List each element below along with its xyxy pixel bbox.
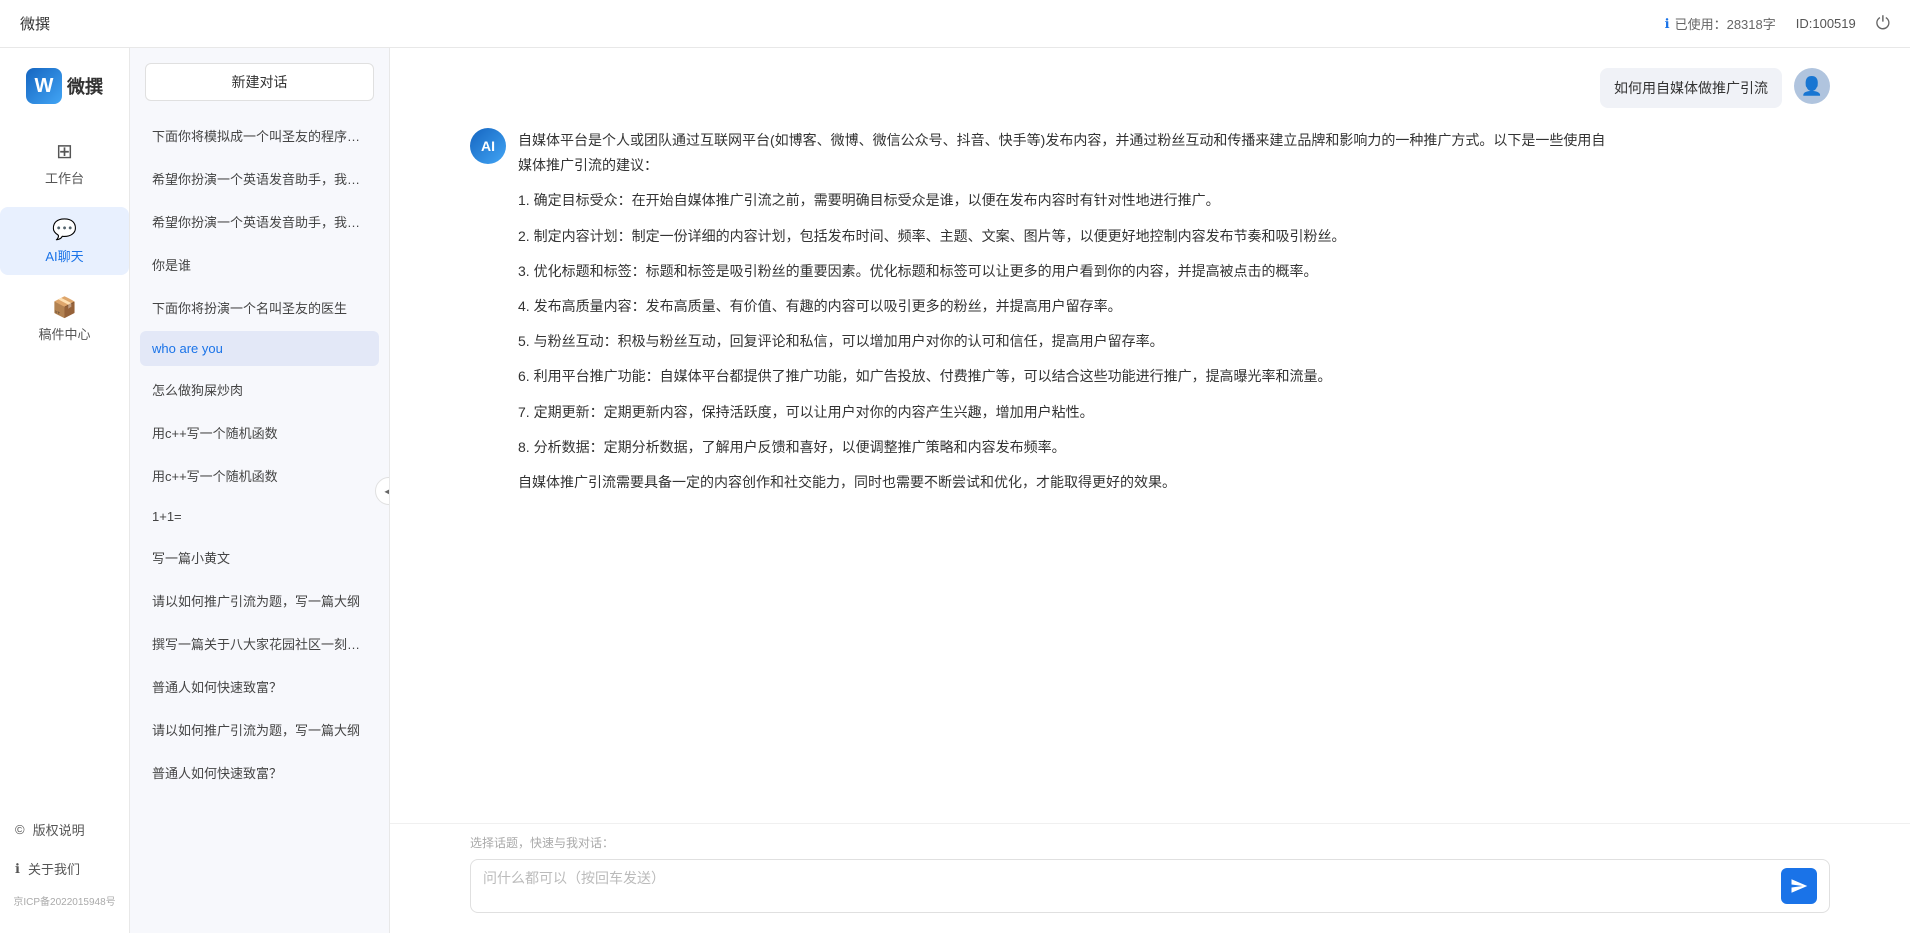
history-item[interactable]: 下面你将模拟成一个叫圣友的程序员，我说... — [140, 116, 379, 155]
new-chat-button[interactable]: 新建对话 — [145, 63, 374, 101]
ai-paragraph: 2. 制定内容计划：制定一份详细的内容计划，包括发布时间、频率、主题、文案、图片… — [518, 224, 1606, 249]
logo-letter: W — [35, 75, 54, 98]
history-item[interactable]: 用c++写一个随机函数 — [140, 456, 379, 495]
topbar-right: ℹ 已使用：28318字 ID:100519 ⏻ — [1665, 13, 1890, 34]
ai-paragraph: 4. 发布高质量内容：发布高质量、有价值、有趣的内容可以吸引更多的粉丝，并提高用… — [518, 294, 1606, 319]
logo-w-icon: W — [26, 68, 62, 104]
ai-paragraph: 1. 确定目标受众：在开始自媒体推广引流之前，需要明确目标受众是谁，以便在发布内… — [518, 188, 1606, 213]
send-icon — [1790, 877, 1808, 895]
ai-paragraph: 7. 定期更新：定期更新内容，保持活跃度，可以让用户对你的内容产生兴趣，增加用户… — [518, 400, 1606, 425]
ai-paragraph: 5. 与粉丝互动：积极与粉丝互动，回复评论和私信，可以增加用户对你的认可和信任，… — [518, 329, 1606, 354]
main-layout: W 微撰 ⊞ 工作台 💬 AI聊天 📦 稿件中心 © 版权说明 ℹ 关于我们 京… — [0, 48, 1910, 933]
beian-text: 京ICP备2022015948号 — [0, 888, 129, 913]
page-title: 微撰 — [20, 13, 50, 34]
quick-topics-label: 选择话题，快速与我对话： — [470, 834, 1830, 851]
user-message: 如何用自媒体做推广引流 👤 — [470, 68, 1830, 108]
sidebar-item-components[interactable]: 📦 稿件中心 — [0, 285, 129, 353]
history-item[interactable]: 希望你扮演一个英语发音助手，我提供给你... — [140, 202, 379, 241]
info-icon: ℹ — [1665, 16, 1670, 32]
sidebar-item-workbench[interactable]: ⊞ 工作台 — [0, 129, 129, 197]
components-icon: 📦 — [52, 295, 77, 320]
topbar: 微撰 ℹ 已使用：28318字 ID:100519 ⏻ — [0, 0, 1910, 48]
usage-info: ℹ 已使用：28318字 — [1665, 14, 1776, 33]
ai-paragraph: 自媒体平台是个人或团队通过互联网平台(如博客、微博、微信公众号、抖音、快手等)发… — [518, 128, 1606, 178]
about-icon: ℹ — [15, 861, 20, 877]
history-item[interactable]: 写一篇小黄文 — [140, 538, 379, 577]
user-message-content: 如何用自媒体做推广引流 — [1600, 68, 1782, 108]
ai-avatar: AI — [470, 128, 506, 164]
user-avatar: 👤 — [1794, 68, 1830, 104]
ai-paragraph: 8. 分析数据：定期分析数据，了解用户反馈和喜好，以便调整推广策略和内容发布频率… — [518, 435, 1606, 460]
id-info: ID:100519 — [1796, 16, 1856, 31]
logo-text: 微撰 — [67, 73, 103, 99]
about-label: 关于我们 — [28, 859, 80, 878]
history-item[interactable]: 请以如何推广引流为题，写一篇大纲 — [140, 581, 379, 620]
history-item[interactable]: 请以如何推广引流为题，写一篇大纲 — [140, 710, 379, 749]
input-box-wrapper — [470, 859, 1830, 913]
copyright-icon: © — [15, 822, 25, 837]
history-item[interactable]: 普通人如何快速致富？ — [140, 753, 379, 792]
history-item[interactable]: 1+1= — [140, 499, 379, 534]
ai-message-content: 自媒体平台是个人或团队通过互联网平台(如博客、微博、微信公众号、抖音、快手等)发… — [518, 128, 1606, 505]
ai-chat-icon: 💬 — [52, 217, 77, 242]
history-item[interactable]: who are you — [140, 331, 379, 366]
sidebar-item-copyright[interactable]: © 版权说明 — [0, 810, 129, 849]
copyright-label: 版权说明 — [33, 820, 85, 839]
history-item[interactable]: 怎么做狗屎炒肉 — [140, 370, 379, 409]
send-button[interactable] — [1781, 868, 1817, 904]
chat-area: 如何用自媒体做推广引流 👤 AI 自媒体平台是个人或团队通过互联网平台(如博客、… — [390, 48, 1910, 933]
power-icon[interactable]: ⏻ — [1876, 13, 1890, 34]
ai-paragraph: 自媒体推广引流需要具备一定的内容创作和社交能力，同时也需要不断尝试和优化，才能取… — [518, 470, 1606, 495]
history-item[interactable]: 撰写一篇关于八大家花园社区一刻钟便民生... — [140, 624, 379, 663]
workbench-icon: ⊞ — [56, 139, 73, 164]
chat-messages: 如何用自媒体做推广引流 👤 AI 自媒体平台是个人或团队通过互联网平台(如博客、… — [390, 48, 1910, 823]
ai-paragraph: 3. 优化标题和标签：标题和标签是吸引粉丝的重要因素。优化标题和标签可以让更多的… — [518, 259, 1606, 284]
usage-text: 已使用：28318字 — [1675, 14, 1776, 33]
workbench-label: 工作台 — [45, 168, 84, 187]
history-sidebar: 新建对话 下面你将模拟成一个叫圣友的程序员，我说... 希望你扮演一个英语发音助手… — [130, 48, 390, 933]
ai-chat-label: AI聊天 — [45, 246, 83, 265]
logo-area: W 微撰 — [26, 68, 103, 104]
ai-message: AI 自媒体平台是个人或团队通过互联网平台(如博客、微博、微信公众号、抖音、快手… — [470, 128, 1830, 505]
left-nav: W 微撰 ⊞ 工作台 💬 AI聊天 📦 稿件中心 © 版权说明 ℹ 关于我们 京… — [0, 48, 130, 933]
components-label: 稿件中心 — [38, 324, 90, 343]
sidebar-item-about[interactable]: ℹ 关于我们 — [0, 849, 129, 888]
history-item[interactable]: 你是谁 — [140, 245, 379, 284]
history-item[interactable]: 下面你将扮演一个名叫圣友的医生 — [140, 288, 379, 327]
sidebar-item-ai-chat[interactable]: 💬 AI聊天 — [0, 207, 129, 275]
chat-input[interactable] — [483, 868, 1773, 904]
history-item[interactable]: 希望你扮演一个英语发音助手，我提供给你... — [140, 159, 379, 198]
ai-paragraph: 6. 利用平台推广功能：自媒体平台都提供了推广功能，如广告投放、付费推广等，可以… — [518, 364, 1606, 389]
history-item[interactable]: 普通人如何快速致富？ — [140, 667, 379, 706]
input-area: 选择话题，快速与我对话： — [390, 823, 1910, 933]
nav-bottom: © 版权说明 ℹ 关于我们 京ICP备2022015948号 — [0, 810, 129, 913]
history-list: 下面你将模拟成一个叫圣友的程序员，我说... 希望你扮演一个英语发音助手，我提供给… — [130, 116, 389, 933]
history-item[interactable]: 用c++写一个随机函数 — [140, 413, 379, 452]
